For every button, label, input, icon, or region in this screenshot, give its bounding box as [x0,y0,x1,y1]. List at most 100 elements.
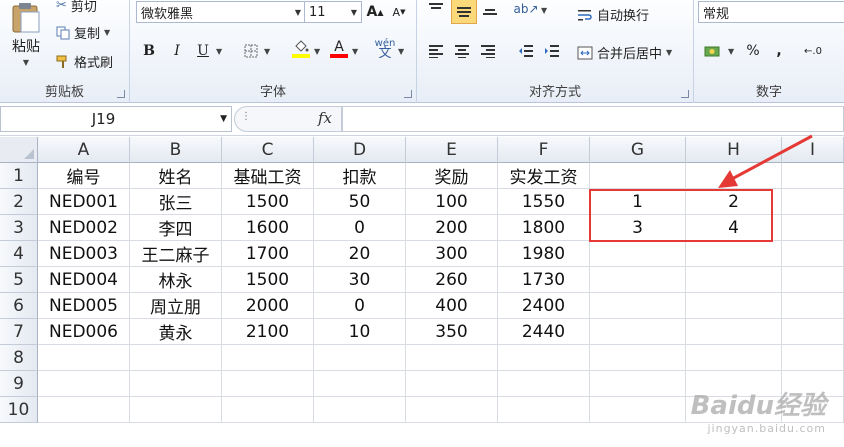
underline-dropdown-icon[interactable]: ▼ [216,47,222,56]
cell-f2[interactable]: 1550 [498,189,590,215]
font-name-dropdown-icon[interactable]: ▼ [291,2,305,22]
decrease-indent-button[interactable] [515,40,537,62]
cell-c8[interactable] [222,345,314,371]
row-header-4[interactable]: 4 [0,241,38,267]
cell-h6[interactable] [686,293,782,319]
italic-button[interactable]: I [166,40,188,62]
cell-g9[interactable] [590,371,686,397]
percent-button[interactable]: % [742,40,764,62]
cell-e6[interactable]: 400 [406,293,498,319]
cell-h1[interactable] [686,163,782,189]
cell-d4[interactable]: 20 [314,241,406,267]
cell-h8[interactable] [686,345,782,371]
name-box[interactable]: J19 ▼ [0,106,232,132]
row-header-7[interactable]: 7 [0,319,38,345]
row-header-6[interactable]: 6 [0,293,38,319]
cell-e2[interactable]: 100 [406,189,498,215]
cell-f5[interactable]: 1730 [498,267,590,293]
cell-a3[interactable]: NED002 [38,215,130,241]
font-color-button[interactable]: A [328,38,350,60]
cell-e9[interactable] [406,371,498,397]
column-header-i[interactable]: I [782,137,844,163]
fill-color-dropdown-icon[interactable]: ▼ [314,47,320,56]
cell-h3[interactable]: 4 [686,215,782,241]
font-dialog-launcher-icon[interactable] [404,90,412,98]
merge-dropdown-icon[interactable]: ▼ [666,48,672,57]
align-center-button[interactable] [451,40,473,62]
cell-c9[interactable] [222,371,314,397]
cell-f10[interactable] [498,397,590,423]
column-header-b[interactable]: B [130,137,222,163]
cell-d6[interactable]: 0 [314,293,406,319]
row-header-3[interactable]: 3 [0,215,38,241]
cell-b10[interactable] [130,397,222,423]
align-middle-button[interactable] [451,0,477,24]
cell-g8[interactable] [590,345,686,371]
cell-a6[interactable]: NED005 [38,293,130,319]
currency-button[interactable] [702,40,724,62]
font-name-select[interactable]: 微软雅黑 ▼ [136,1,306,23]
cell-g6[interactable] [590,293,686,319]
cell-i2[interactable] [782,189,844,215]
phonetic-dropdown-icon[interactable]: ▼ [398,47,404,56]
align-left-button[interactable] [425,40,447,62]
cell-g4[interactable] [590,241,686,267]
cell-e7[interactable]: 350 [406,319,498,345]
cell-i8[interactable] [782,345,844,371]
orientation-button[interactable]: ab↗ [513,0,538,20]
font-color-dropdown-icon[interactable]: ▼ [352,47,358,56]
align-right-button[interactable] [477,40,499,62]
cell-e3[interactable]: 200 [406,215,498,241]
cell-i7[interactable] [782,319,844,345]
cell-f6[interactable]: 2400 [498,293,590,319]
cell-a2[interactable]: NED001 [38,189,130,215]
cell-g2[interactable]: 1 [590,189,686,215]
font-size-dropdown-icon[interactable]: ▼ [347,2,361,22]
borders-button[interactable] [240,40,262,62]
column-header-e[interactable]: E [406,137,498,163]
cell-a1[interactable]: 编号 [38,163,130,189]
cell-i1[interactable] [782,163,844,189]
cell-c1[interactable]: 基础工资 [222,163,314,189]
cell-c4[interactable]: 1700 [222,241,314,267]
cell-a4[interactable]: NED003 [38,241,130,267]
cell-g7[interactable] [590,319,686,345]
underline-button[interactable]: U [192,40,214,62]
cell-d7[interactable]: 10 [314,319,406,345]
comma-button[interactable]: , [768,40,790,62]
cell-d1[interactable]: 扣款 [314,163,406,189]
format-painter-button[interactable]: 格式刷 [56,52,113,71]
cell-h2[interactable]: 2 [686,189,782,215]
cut-button[interactable]: ✂ 剪切 [56,0,97,15]
cell-i6[interactable] [782,293,844,319]
align-top-button[interactable] [425,0,447,20]
row-header-1[interactable]: 1 [0,163,38,189]
cell-d10[interactable] [314,397,406,423]
cell-b7[interactable]: 黄永 [130,319,222,345]
insert-function-button[interactable]: fx [318,109,332,127]
shrink-font-button[interactable]: A ▼ [388,1,410,23]
row-header-10[interactable]: 10 [0,397,38,423]
currency-dropdown-icon[interactable]: ▼ [728,47,734,56]
alignment-dialog-launcher-icon[interactable] [681,90,689,98]
cell-c5[interactable]: 1500 [222,267,314,293]
paste-button[interactable]: 粘贴 ▼ [4,0,48,80]
cell-f7[interactable]: 2440 [498,319,590,345]
column-header-a[interactable]: A [38,137,130,163]
row-header-2[interactable]: 2 [0,189,38,215]
formula-input[interactable] [342,106,844,132]
align-bottom-button[interactable] [479,0,501,20]
merge-center-button[interactable]: 合并后居中 ▼ [577,43,672,62]
bold-button[interactable]: B [138,40,160,62]
cell-a10[interactable] [38,397,130,423]
cell-f9[interactable] [498,371,590,397]
cell-c2[interactable]: 1500 [222,189,314,215]
cell-c3[interactable]: 1600 [222,215,314,241]
cell-b4[interactable]: 王二麻子 [130,241,222,267]
font-size-select[interactable]: 11 ▼ [304,1,362,23]
orientation-dropdown-icon[interactable]: ▼ [541,6,547,15]
cell-h7[interactable] [686,319,782,345]
cell-h5[interactable] [686,267,782,293]
cell-d9[interactable] [314,371,406,397]
increase-decimal-button[interactable]: ←.0 [802,40,824,62]
